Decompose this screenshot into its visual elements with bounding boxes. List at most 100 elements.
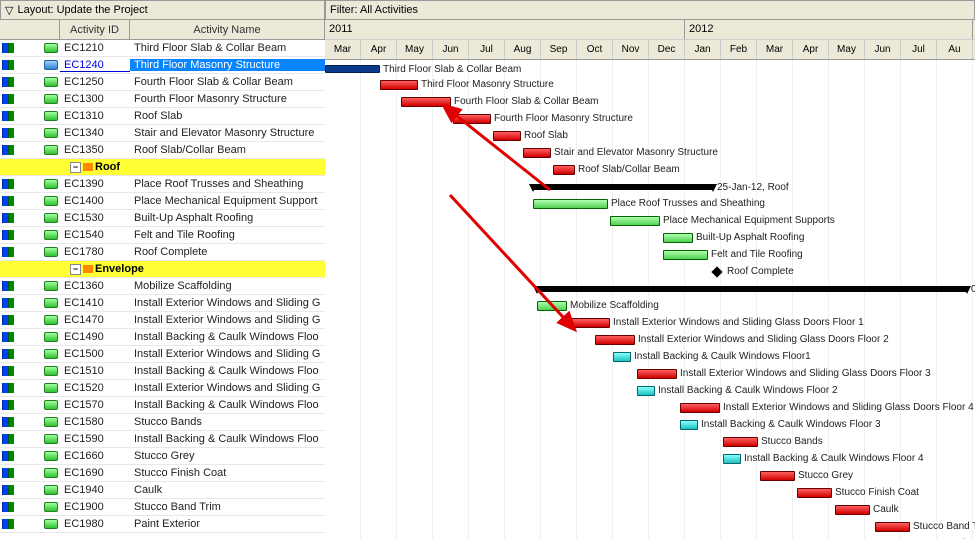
gantt-bar[interactable]: Install Exterior Windows and Sliding Gla… [595,335,635,345]
gantt-bar[interactable]: Install Exterior Windows and Sliding Gla… [570,318,610,328]
gantt-bar[interactable]: Place Roof Trusses and Sheathing [533,199,608,209]
gantt-rows: Third Floor Slab & Collar BeamThird Floo… [325,60,975,539]
table-row[interactable]: EC1980Paint Exterior [0,516,325,533]
activity-id-header[interactable]: Activity ID [60,20,130,39]
table-row[interactable]: EC1250Fourth Floor Slab & Collar Beam [0,74,325,91]
gantt-bar[interactable]: Built-Up Asphalt Roofing [663,233,693,243]
gantt-row: Roof Complete [325,264,975,281]
gantt-bar[interactable]: Place Mechanical Equipment Supports [610,216,660,226]
activity-id: EC1470 [60,314,130,326]
table-row[interactable]: EC1590Install Backing & Caulk Windows Fl… [0,431,325,448]
activity-name: Roof Slab/Collar Beam [130,144,325,156]
table-row[interactable]: EC1940Caulk [0,482,325,499]
gantt-bar[interactable]: Install Exterior Windows and Sliding Gla… [637,369,677,379]
table-row[interactable]: EC1210Third Floor Slab & Collar Beam [0,40,325,57]
gantt-bar[interactable]: Roof Slab [493,131,521,141]
table-row[interactable]: EC1340Stair and Elevator Masonry Structu… [0,125,325,142]
gantt-row: Stucco Finish Coat [325,485,975,502]
gantt-bar[interactable]: Caulk [835,505,870,515]
bar-label: Roof Slab/Collar Beam [578,164,680,175]
gantt-row: Install Backing & Caulk Windows Floor 3 [325,417,975,434]
table-row[interactable]: EC1510Install Backing & Caulk Windows Fl… [0,363,325,380]
group-name: Roof [95,161,120,173]
activity-name: Mobilize Scaffolding [130,280,325,292]
activity-name: Fourth Floor Slab & Collar Beam [130,76,325,88]
gantt-bar[interactable]: Roof Slab/Collar Beam [553,165,575,175]
gantt-bar[interactable]: Stucco Band Trim [875,522,910,532]
filter-label: Filter: All Activities [330,4,418,16]
gantt-row: Install Backing & Caulk Windows Floor 2 [325,383,975,400]
gantt-bar[interactable]: Install Backing & Caulk Windows Floor 4 [723,454,741,464]
table-row[interactable]: EC1490Install Backing & Caulk Windows Fl… [0,329,325,346]
table-row[interactable]: EC1300Fourth Floor Masonry Structure [0,91,325,108]
bar-label: Fourth Floor Masonry Structure [494,113,633,124]
gantt-bar[interactable]: Third Floor Masonry Structure [380,80,418,90]
gantt-bar[interactable]: Install Backing & Caulk Windows Floor 3 [680,420,698,430]
table-row[interactable]: EC1410Install Exterior Windows and Slidi… [0,295,325,312]
table-row[interactable]: EC1520Install Exterior Windows and Slidi… [0,380,325,397]
table-row[interactable]: EC1360Mobilize Scaffolding [0,278,325,295]
gantt-bar[interactable]: Stucco Grey [760,471,795,481]
milestone-diamond[interactable] [711,266,722,277]
summary-label: 25-Jan-12, Roof [717,182,789,193]
activity-name-header[interactable]: Activity Name [130,20,325,39]
bar-label: Install Exterior Windows and Sliding Gla… [723,402,974,413]
gantt-row: Fourth Floor Masonry Structure [325,111,975,128]
activity-name: Install Exterior Windows and Sliding G [130,297,325,309]
task-icon [44,43,58,53]
bar-label: Install Backing & Caulk Windows Floor 3 [701,419,881,430]
table-row[interactable]: EC1580Stucco Bands [0,414,325,431]
gantt-bar[interactable]: Fourth Floor Masonry Structure [453,114,491,124]
gantt-bar[interactable]: Install Exterior Windows and Sliding Gla… [680,403,720,413]
gantt-bar[interactable]: Third Floor Slab & Collar Beam [325,65,380,73]
table-row[interactable]: EC1400Place Mechanical Equipment Support [0,193,325,210]
table-row[interactable]: EC1390Place Roof Trusses and Sheathing [0,176,325,193]
filter-header[interactable]: Filter: All Activities [325,0,975,20]
gantt-area[interactable]: Third Floor Slab & Collar BeamThird Floo… [325,60,975,539]
task-icon [44,179,58,189]
table-row[interactable]: EC1350Roof Slab/Collar Beam [0,142,325,159]
activity-name: Felt and Tile Roofing [130,229,325,241]
gantt-bar[interactable]: Stair and Elevator Masonry Structure [523,148,551,158]
gantt-bar[interactable]: Stucco Finish Coat [797,488,832,498]
summary-bar[interactable]: 25-Jan-12, Roof [533,184,713,190]
indent-column-header[interactable] [0,20,60,39]
layout-header[interactable]: ▽ Layout: Update the Project [0,0,325,20]
gantt-bar[interactable]: Install Backing & Caulk Windows Floor1 [613,352,631,362]
gantt-bar[interactable]: Install Backing & Caulk Windows Floor 2 [637,386,655,396]
table-row[interactable]: EC1660Stucco Grey [0,448,325,465]
activity-name: Fourth Floor Masonry Structure [130,93,325,105]
table-row[interactable]: EC1240Third Floor Masonry Structure [0,57,325,74]
table-row[interactable]: EC1690Stucco Finish Coat [0,465,325,482]
activity-id: EC1390 [60,178,130,190]
gantt-bar[interactable]: Stucco Bands [723,437,758,447]
group-row[interactable]: − Roof [0,159,325,176]
table-row[interactable]: EC1500Install Exterior Windows and Slidi… [0,346,325,363]
gantt-bar[interactable]: Mobilize Scaffolding [537,301,567,311]
table-row[interactable]: EC1310Roof Slab [0,108,325,125]
activity-name: Third Floor Masonry Structure [130,59,325,71]
table-row[interactable]: EC1570Install Backing & Caulk Windows Fl… [0,397,325,414]
table-row[interactable]: EC1780Roof Complete [0,244,325,261]
gantt-row: Caulk [325,502,975,519]
table-row[interactable]: EC1470Install Exterior Windows and Slidi… [0,312,325,329]
bar-label: Install Backing & Caulk Windows Floor 2 [658,385,838,396]
activity-name: Install Backing & Caulk Windows Floo [130,365,325,377]
summary-bar[interactable]: 03 [537,286,967,292]
table-row[interactable]: EC1530Built-Up Asphalt Roofing [0,210,325,227]
activity-id: EC1570 [60,399,130,411]
gantt-row: Built-Up Asphalt Roofing [325,230,975,247]
table-row[interactable]: EC1900Stucco Band Trim [0,499,325,516]
gantt-row: Third Floor Masonry Structure [325,77,975,94]
gantt-bar[interactable]: Fourth Floor Slab & Collar Beam [401,97,451,107]
activity-name: Place Mechanical Equipment Support [130,195,325,207]
gantt-bar[interactable]: Felt and Tile Roofing [663,250,708,260]
bar-label: Install Exterior Windows and Sliding Gla… [638,334,889,345]
group-row[interactable]: −Envelope [0,261,325,278]
collapse-icon[interactable]: − [70,264,81,275]
month-cell: Au [937,40,973,59]
collapse-icon[interactable]: − [70,162,81,173]
table-row[interactable]: EC1540Felt and Tile Roofing [0,227,325,244]
activity-name: Install Backing & Caulk Windows Floo [130,399,325,411]
month-cell: May [397,40,433,59]
